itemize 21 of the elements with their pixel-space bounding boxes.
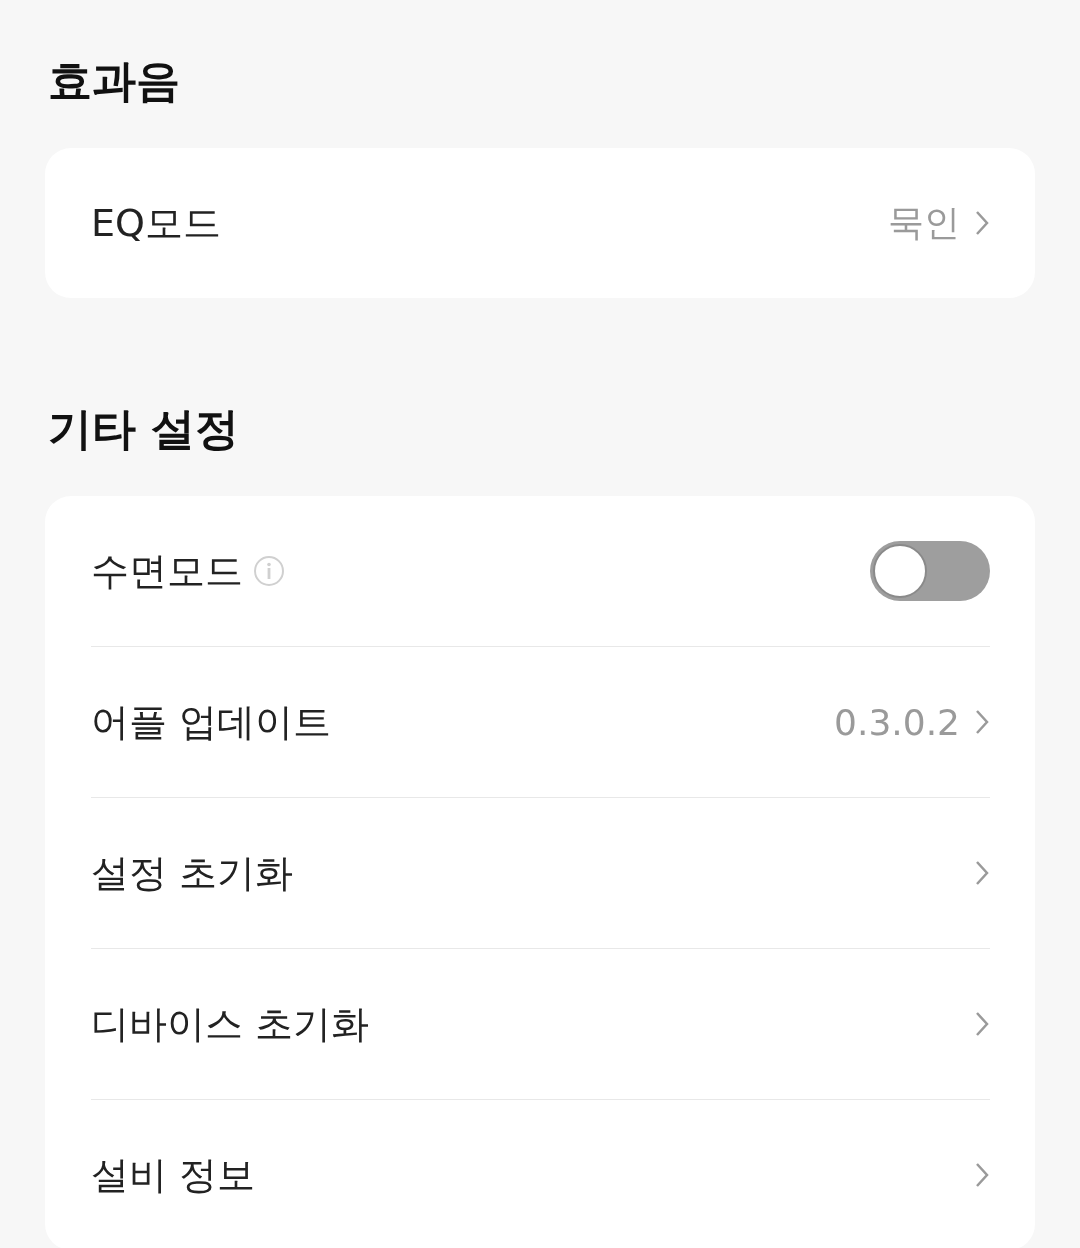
section-title: 효과음 (48, 54, 181, 108)
chevron-right-icon (974, 1161, 990, 1189)
setting-label: 디바이스 초기화 (91, 1000, 370, 1048)
setting-label: 어플 업데이트 (91, 698, 332, 746)
chevron-right-icon (974, 209, 990, 237)
settings-row[interactable]: 어플 업데이트 0.3.0.2 (91, 646, 990, 797)
section-title: 기타 설정 (48, 402, 241, 456)
settings-row[interactable]: 설정 초기화 (91, 797, 990, 948)
toggle-switch[interactable] (870, 541, 990, 601)
setting-label: 설비 정보 (91, 1151, 256, 1199)
setting-label: 수면모드 (91, 547, 243, 595)
settings-row[interactable]: 설비 정보 (91, 1099, 990, 1248)
settings-row[interactable]: 디바이스 초기화 (91, 948, 990, 1099)
setting-label: EQ모드 (91, 199, 221, 247)
chevron-right-icon (974, 859, 990, 887)
setting-value: 0.3.0.2 (834, 701, 960, 743)
chevron-right-icon (974, 708, 990, 736)
setting-label: 설정 초기화 (91, 849, 294, 897)
chevron-right-icon (974, 1010, 990, 1038)
setting-value: 묵인 (888, 200, 960, 245)
settings-row[interactable]: EQ모드 묵인 (91, 148, 990, 298)
